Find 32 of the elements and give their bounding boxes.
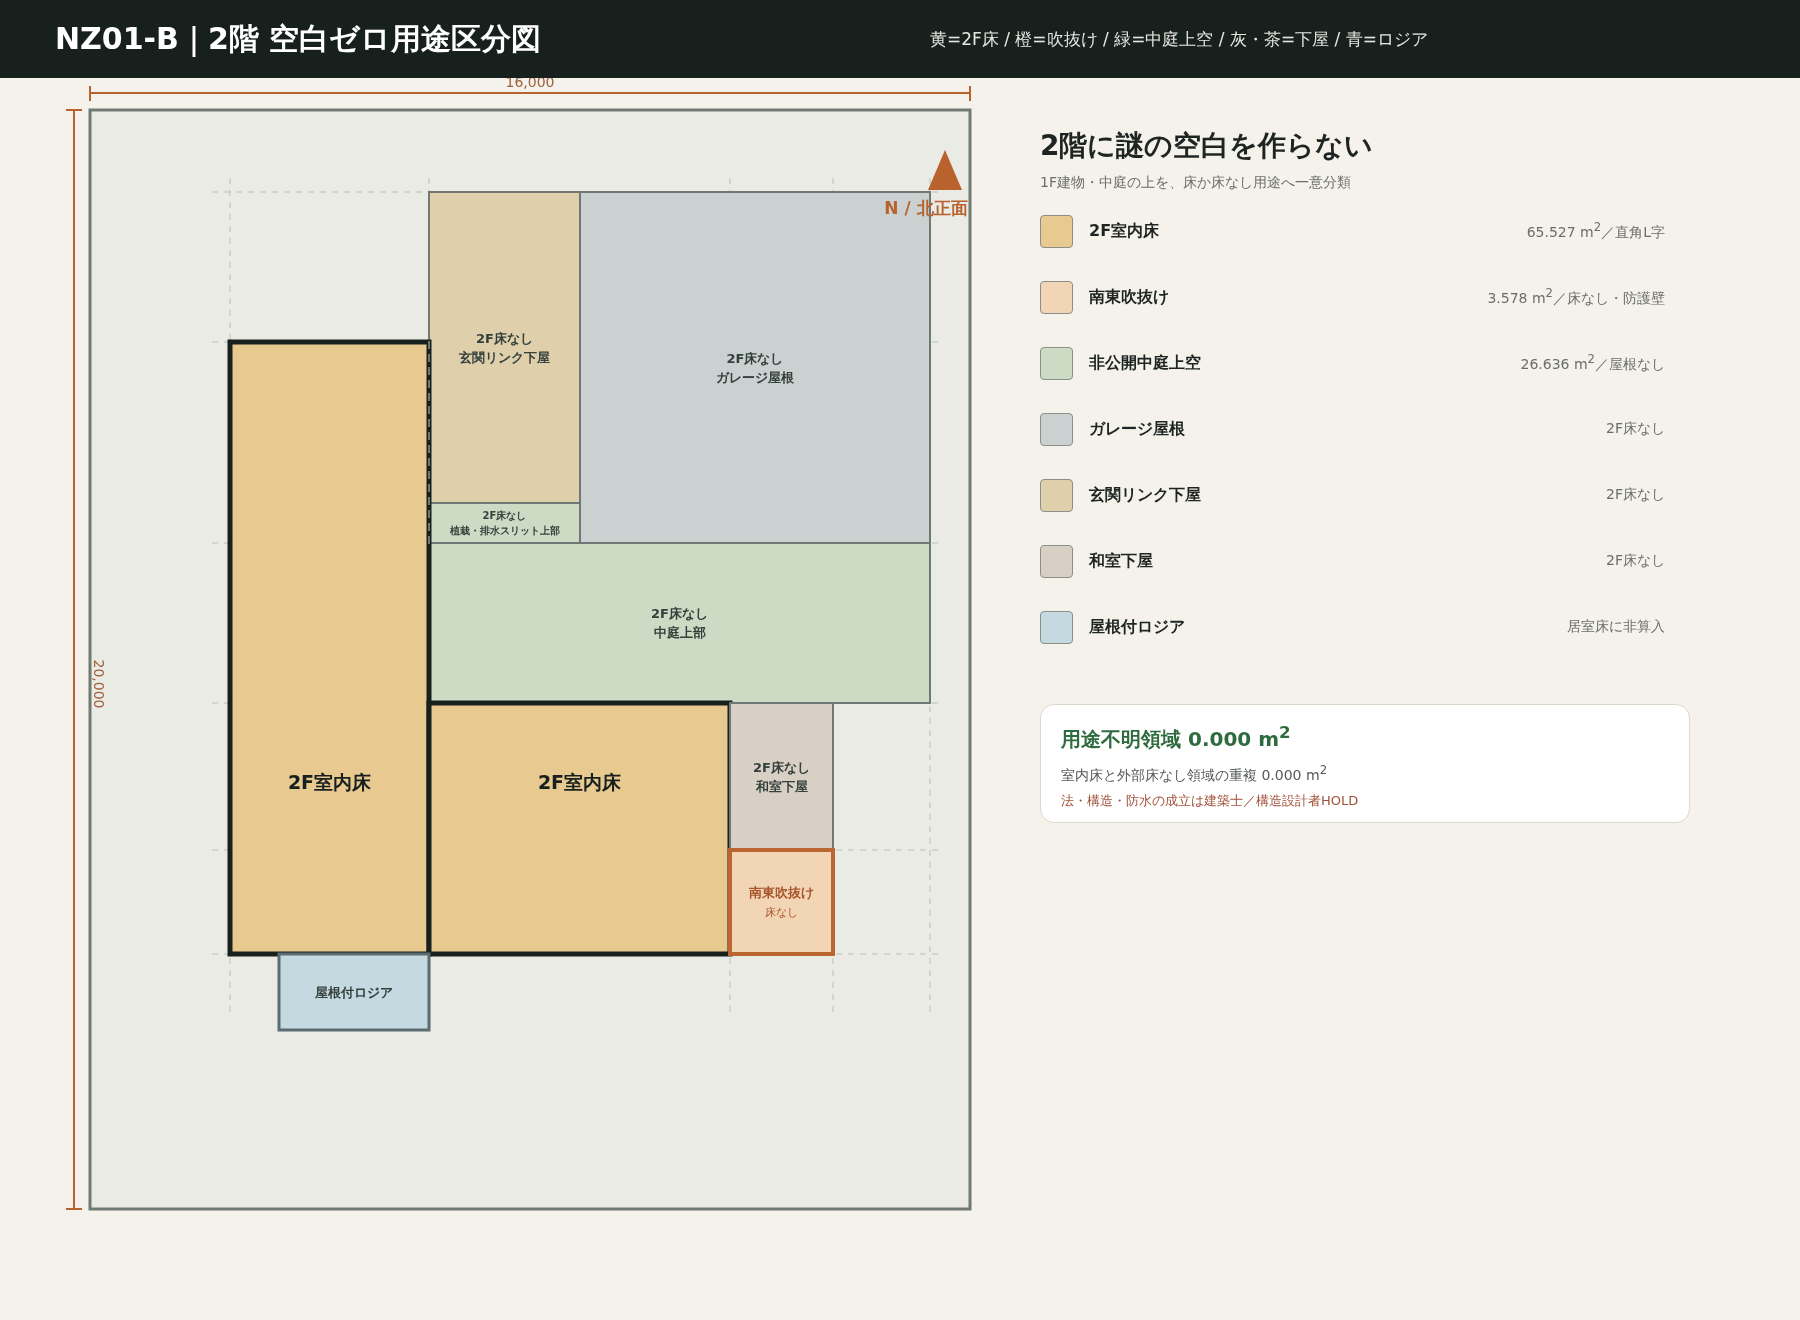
depth-dimension: 20,000: [91, 659, 107, 709]
legend-note: 2F床なし: [1606, 486, 1665, 504]
legend-label: 屋根付ロジア: [1089, 616, 1186, 638]
zone-label: 2F床なし 和室下屋: [753, 759, 810, 794]
summary-note: 法・構造・防水の成立は建築士／構造設計者HOLD: [1061, 792, 1360, 811]
zone-label: 2F室内床: [537, 770, 622, 793]
legend-label: 南東吹抜け: [1089, 286, 1170, 308]
legend-note: 3.578 m$^{2}$／床なし・防護壁: [1487, 286, 1665, 308]
legend-label: 2F室内床: [1089, 220, 1161, 242]
north-arrow-icon: [928, 150, 962, 190]
zone-label: 南東吹抜け 床なし: [749, 885, 814, 920]
legend-note: 2F床なし: [1606, 552, 1665, 570]
summary-title: 用途不明領域 0.000 m$^{2}$: [1061, 723, 1292, 753]
legend-label: 和室下屋: [1089, 550, 1154, 572]
legend-label: 非公開中庭上空: [1089, 352, 1202, 374]
panel-subtitle: 1F建物・中庭の上を、床か床なし用途へ一意分類: [1040, 174, 1352, 192]
zone-label: 2F室内床: [287, 770, 372, 793]
zone-label: 2F床なし ガレージ屋根: [716, 350, 794, 385]
zone-label: 屋根付ロジア: [315, 984, 393, 1000]
summary-text: 室内床と外部床なし領域の重複 0.000 m$^{2}$: [1061, 762, 1329, 785]
legend-label: ガレージ屋根: [1089, 418, 1186, 440]
zone-label: 2F床なし 植栽・排水スリット上部: [449, 510, 560, 536]
page-title: NZ01-B｜2階 空白ゼロ用途区分図: [55, 19, 543, 59]
legend-note: 居室床に非算入: [1567, 618, 1665, 636]
panel-title: 2階に謎の空白を作らない: [1040, 128, 1375, 164]
zone-label: 2F床なし 玄関リンク下屋: [459, 330, 550, 365]
zone-label: 2F床なし 中庭上部: [651, 606, 708, 641]
legend-note: 26.636 m$^{2}$／屋根なし: [1520, 352, 1665, 374]
legend-note: 65.527 m$^{2}$／直角L字: [1526, 220, 1665, 242]
legend-note: 2F床なし: [1606, 420, 1665, 438]
color-key: 黄=2F床 / 橙=吹抜け / 緑=中庭上空 / 灰・茶=下屋 / 青=ロジア: [930, 27, 1428, 51]
legend-label: 玄関リンク下屋: [1089, 484, 1202, 506]
